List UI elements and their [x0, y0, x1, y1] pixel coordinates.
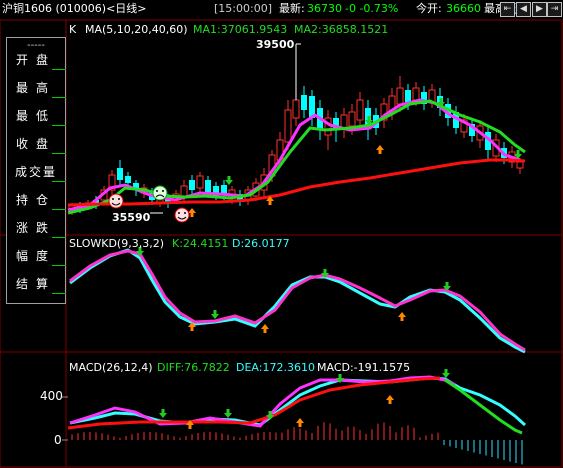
candle-body: [284, 109, 292, 143]
candle-body: [301, 95, 307, 110]
sell-arrow-icon: [224, 409, 232, 418]
sell-arrow-icon: [225, 176, 233, 185]
sidebar-item-label: 最高: [15, 81, 56, 95]
sidebar-item-change[interactable]: 涨跌: [7, 216, 66, 240]
chart-canvas: [0, 19, 563, 468]
candle-body: [196, 175, 204, 189]
kd-k-value: K:24.4151: [172, 237, 229, 250]
sidebar-item-volume[interactable]: 成交量: [7, 160, 66, 184]
ma-red-line: [67, 158, 526, 207]
sidebar-item-open-interest[interactable]: 持仓: [7, 188, 66, 212]
buy-arrow-icon: [398, 312, 406, 321]
sidebar-item-low[interactable]: 最低: [7, 104, 66, 128]
neutral-face-icon: [152, 185, 168, 201]
sidebar-item-range[interactable]: 幅度: [7, 244, 66, 268]
candle-body: [117, 168, 123, 180]
candle-body: [356, 99, 364, 121]
field-sidebar: ----- 开盘 最高 最低 收盘 成交量 持仓 涨跌 幅度 结算: [6, 37, 66, 304]
sidebar-item-label: 持仓: [15, 193, 56, 207]
sidebar-item-label: 收盘: [15, 137, 56, 151]
smiley-icon: [108, 193, 124, 209]
macd-tick-400: 400: [40, 389, 63, 403]
buy-arrow-icon: [296, 418, 304, 427]
candle-body: [292, 99, 300, 119]
macd-label: MACD(26,12,4): [69, 361, 153, 374]
kd-d-line: [69, 249, 526, 352]
sidebar-item-open[interactable]: 开盘: [7, 48, 66, 72]
sidebar-item-label: 幅度: [15, 249, 56, 263]
k-label: K: [69, 23, 77, 36]
sidebar-item-high[interactable]: 最高: [7, 76, 66, 100]
sell-arrow-icon: [159, 409, 167, 418]
kd-d-value: D:26.0177: [232, 237, 290, 250]
buy-arrow-icon: [386, 395, 394, 404]
buy-arrow-icon: [261, 324, 269, 333]
macd-red-line: [67, 376, 441, 430]
sidebar-item-label: 涨跌: [15, 221, 56, 235]
smiley-icon: [174, 207, 190, 223]
macd-value: MACD:-191.1575: [317, 361, 411, 374]
macd-diff-value: DIFF:76.7822: [157, 361, 230, 374]
ma2-value: MA2:36858.1521: [294, 23, 389, 36]
high-price-mark: 39500: [256, 38, 295, 51]
candle-body: [412, 87, 420, 101]
macd-tick-0: 0: [54, 433, 62, 447]
candle-body: [205, 180, 211, 192]
macd-green-line: [444, 378, 523, 435]
kd-label: SLOWKD(9,3,3,2): [69, 237, 165, 250]
sidebar-item-settlement[interactable]: 结算: [7, 272, 66, 296]
ma1-value: MA1:37061.9543: [193, 23, 288, 36]
candle-body: [405, 90, 411, 102]
candle-body: [189, 180, 195, 190]
sidebar-item-label: 开盘: [15, 53, 56, 67]
low-price-mark: 35590: [112, 211, 151, 224]
sidebar-item-label: 最低: [15, 109, 56, 123]
macd-histogram: [71, 422, 523, 465]
kd-k-line: [69, 248, 526, 354]
sell-arrow-icon: [442, 369, 450, 378]
buy-arrow-icon: [376, 145, 384, 154]
candle-body: [125, 176, 131, 183]
sidebar-item-label: 成交量: [14, 165, 57, 179]
candle-body: [516, 161, 524, 169]
candle-body: [348, 111, 356, 127]
macd-dea-value: DEA:172.3610: [236, 361, 315, 374]
sidebar-item-close[interactable]: 收盘: [7, 132, 66, 156]
ma-params: MA(5,10,20,40,60): [85, 23, 188, 36]
sell-arrow-icon: [211, 310, 219, 319]
sidebar-item-label: 结算: [15, 277, 56, 291]
candle-body: [340, 114, 348, 129]
candle-body: [396, 87, 404, 105]
